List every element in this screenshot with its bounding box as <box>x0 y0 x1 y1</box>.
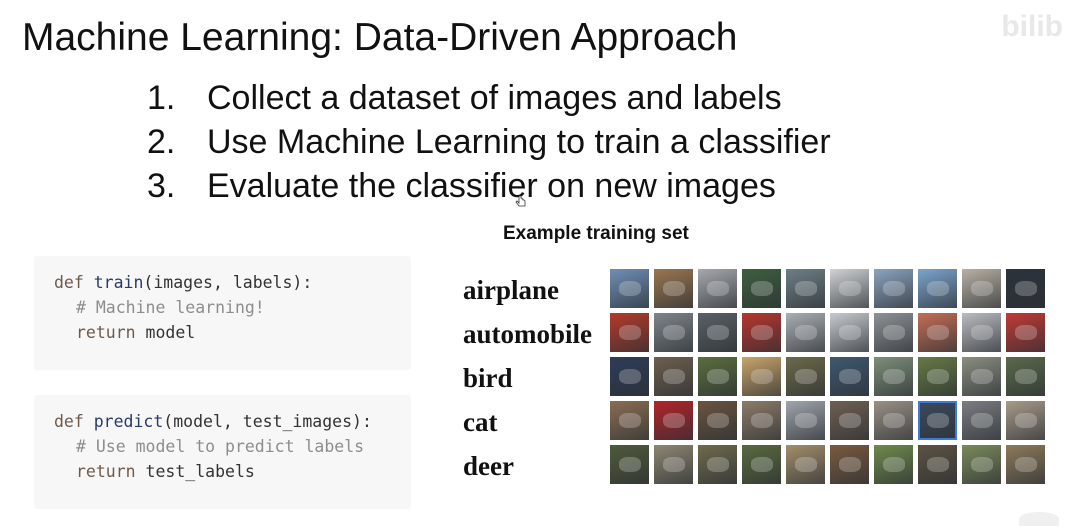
class-label-deer: deer <box>463 451 514 481</box>
image-thumbnail <box>654 401 693 440</box>
function-name: predict <box>93 412 164 431</box>
class-label-airplane: airplane <box>463 275 560 305</box>
steps-list: 1. Collect a dataset of images and label… <box>147 76 831 208</box>
image-thumbnail <box>918 357 957 396</box>
watermark: bilib <box>1001 10 1063 43</box>
code-comment: # Machine learning! <box>76 298 265 317</box>
image-thumbnail <box>874 269 913 308</box>
training-image-grid <box>610 269 1051 489</box>
image-thumbnail <box>698 445 737 484</box>
step-text: Collect a dataset of images and labels <box>207 79 782 117</box>
code-line: def predict(model, test_images): <box>54 409 411 434</box>
return-value: model <box>135 323 196 342</box>
image-thumbnail <box>742 313 781 352</box>
image-thumbnail <box>1006 269 1045 308</box>
predict-code-block: def predict(model, test_images): # Use m… <box>34 395 411 509</box>
image-thumbnail <box>830 269 869 308</box>
image-thumbnail <box>610 445 649 484</box>
image-thumbnail <box>874 401 913 440</box>
step-text: Use Machine Learning to train a classifi… <box>207 123 831 161</box>
image-row-bird <box>610 357 1051 396</box>
image-thumbnail <box>830 445 869 484</box>
image-thumbnail <box>918 313 957 352</box>
step-number: 3. <box>147 167 176 205</box>
class-label-cat: cat <box>463 407 498 437</box>
image-thumbnail <box>610 269 649 308</box>
image-thumbnail <box>962 313 1001 352</box>
hand-cursor-icon <box>515 195 526 207</box>
image-thumbnail <box>610 401 649 440</box>
step-number: 2. <box>147 123 176 161</box>
image-thumbnail <box>918 401 957 440</box>
image-thumbnail <box>1006 313 1045 352</box>
image-thumbnail <box>1006 445 1045 484</box>
step-item-2: 2. Use Machine Learning to train a class… <box>147 120 831 164</box>
training-set-caption: Example training set <box>503 223 689 244</box>
step-item-3: 3. Evaluate the classifier on new images <box>147 164 831 208</box>
step-number: 1. <box>147 79 176 117</box>
function-name: train <box>93 273 144 292</box>
class-label-column: airplane automobile bird cat deer <box>463 268 592 488</box>
image-thumbnail <box>786 269 825 308</box>
image-thumbnail <box>1006 401 1045 440</box>
image-thumbnail <box>742 401 781 440</box>
code-comment: # Use model to predict labels <box>76 437 365 456</box>
image-thumbnail <box>1006 357 1045 396</box>
class-label-automobile: automobile <box>463 319 593 349</box>
image-thumbnail <box>786 357 825 396</box>
image-thumbnail <box>654 445 693 484</box>
image-thumbnail <box>654 357 693 396</box>
image-thumbnail <box>830 313 869 352</box>
step-item-1: 1. Collect a dataset of images and label… <box>147 76 831 120</box>
image-thumbnail <box>654 269 693 308</box>
code-keyword: return <box>76 323 136 342</box>
image-thumbnail <box>786 445 825 484</box>
image-thumbnail <box>654 313 693 352</box>
image-thumbnail <box>918 269 957 308</box>
image-thumbnail <box>830 401 869 440</box>
image-thumbnail <box>918 445 957 484</box>
function-params: (images, labels): <box>143 273 313 292</box>
code-keyword: def <box>54 412 84 431</box>
code-line: def train(images, labels): <box>54 270 411 295</box>
image-thumbnail <box>830 357 869 396</box>
image-thumbnail <box>962 445 1001 484</box>
image-thumbnail <box>874 313 913 352</box>
code-keyword: def <box>54 273 84 292</box>
image-row-automobile <box>610 313 1051 352</box>
step-text: Evaluate the classifier on new images <box>207 167 776 205</box>
image-thumbnail <box>786 313 825 352</box>
image-thumbnail <box>698 269 737 308</box>
slide-title: Machine Learning: Data-Driven Approach <box>22 16 738 59</box>
image-thumbnail <box>962 269 1001 308</box>
train-code-block: def train(images, labels): # Machine lea… <box>34 256 411 370</box>
image-row-cat <box>610 401 1051 440</box>
image-row-deer <box>610 445 1051 484</box>
image-thumbnail <box>874 357 913 396</box>
code-line: return model <box>54 320 411 345</box>
image-thumbnail <box>962 357 1001 396</box>
class-label-bird: bird <box>463 363 513 393</box>
code-line: # Use model to predict labels <box>54 434 411 459</box>
image-thumbnail <box>610 313 649 352</box>
image-thumbnail <box>610 357 649 396</box>
image-row-airplane <box>610 269 1051 308</box>
image-thumbnail <box>698 357 737 396</box>
image-thumbnail <box>698 401 737 440</box>
image-thumbnail <box>786 401 825 440</box>
image-thumbnail <box>698 313 737 352</box>
code-line: return test_labels <box>54 459 411 484</box>
image-thumbnail <box>742 269 781 308</box>
image-thumbnail <box>962 401 1001 440</box>
code-keyword: return <box>76 462 136 481</box>
image-thumbnail <box>742 445 781 484</box>
corner-decoration <box>1019 512 1059 526</box>
return-value: test_labels <box>135 462 255 481</box>
code-line: # Machine learning! <box>54 295 411 320</box>
image-thumbnail <box>742 357 781 396</box>
image-thumbnail <box>874 445 913 484</box>
function-params: (model, test_images): <box>163 412 372 431</box>
